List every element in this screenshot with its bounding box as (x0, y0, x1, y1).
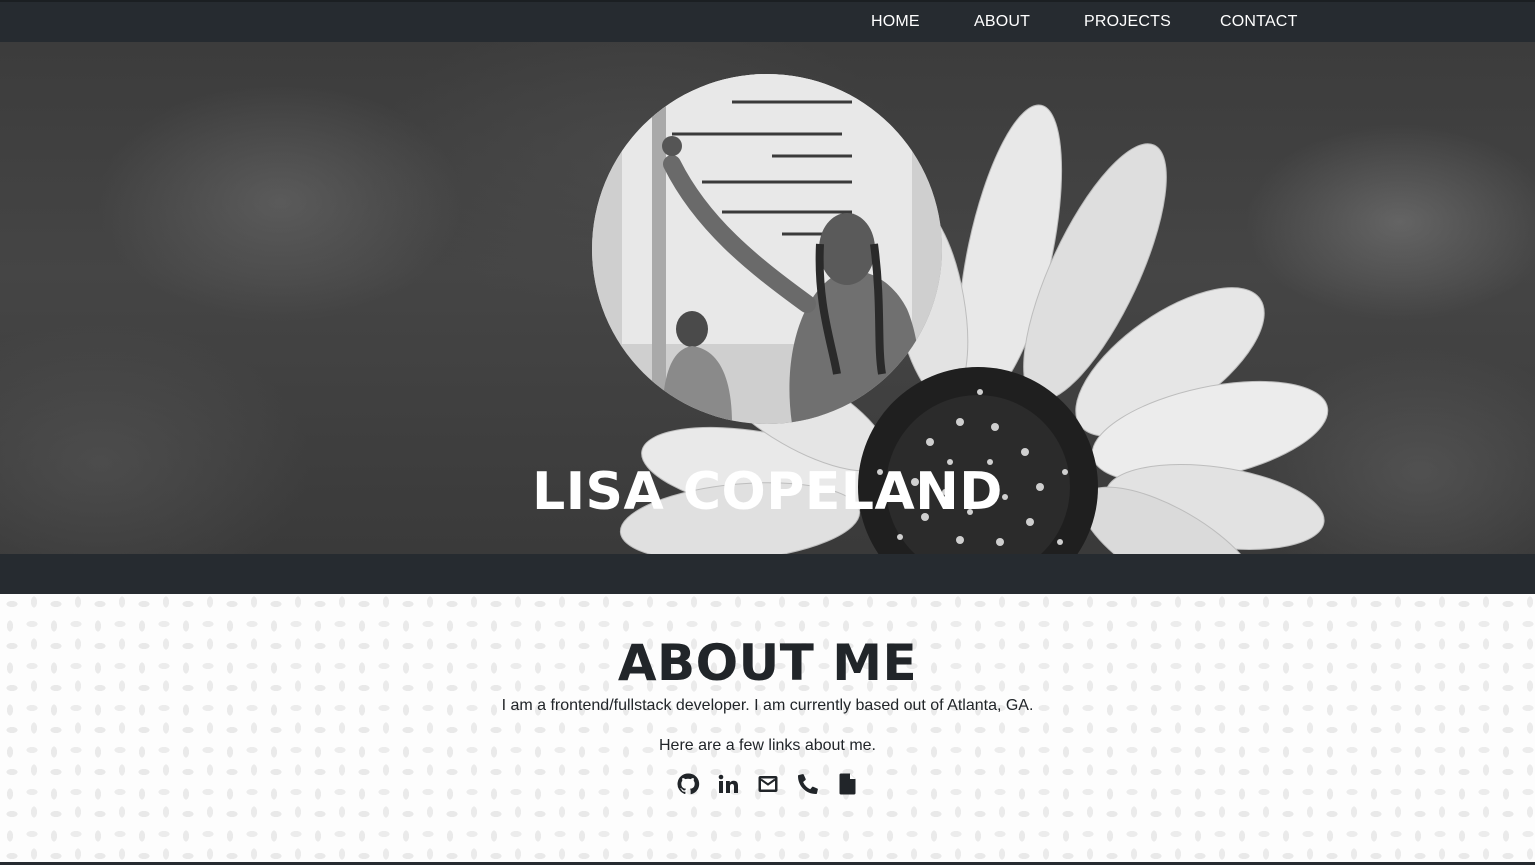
phone-icon[interactable] (796, 772, 820, 796)
resume-file-icon[interactable] (836, 772, 860, 796)
about-section: ABOUT ME I am a frontend/fullstack devel… (0, 594, 1535, 862)
github-icon[interactable] (676, 772, 700, 796)
about-intro-text: I am a frontend/fullstack developer. I a… (501, 697, 1034, 714)
profile-photo (592, 74, 942, 424)
section-divider-band (0, 554, 1535, 594)
nav-link-projects[interactable]: PROJECTS (1084, 2, 1171, 42)
nav-link-about[interactable]: ABOUT (974, 2, 1030, 42)
nav-link-contact[interactable]: CONTACT (1220, 2, 1298, 42)
top-navbar: HOME ABOUT PROJECTS CONTACT (0, 0, 1535, 42)
linkedin-icon[interactable] (716, 772, 740, 796)
hero-section: LISA COPELAND (0, 42, 1535, 554)
profile-photo-image (592, 74, 942, 424)
nav-link-home[interactable]: HOME (871, 2, 920, 42)
social-links (0, 772, 1535, 800)
about-links-text: Here are a few links about me. (659, 737, 876, 754)
hero-name-heading: LISA COPELAND (532, 462, 1003, 522)
about-title: ABOUT ME (617, 634, 918, 692)
email-icon[interactable] (756, 772, 780, 796)
